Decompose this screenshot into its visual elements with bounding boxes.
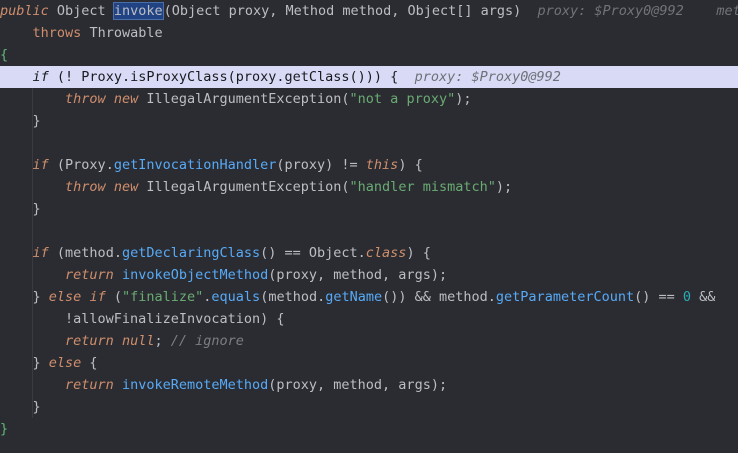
method-name-invoke[interactable]: invoke — [112, 2, 164, 20]
close-brace: } — [32, 399, 41, 415]
code-text: (Proxy. — [56, 157, 114, 173]
keyword-if: if — [32, 157, 49, 173]
keyword-public: public — [0, 3, 49, 19]
code-line-13[interactable]: return invokeObjectMethod(proxy, method,… — [0, 264, 738, 286]
method-call: equals — [211, 289, 261, 305]
string-literal: "handler mismatch" — [349, 179, 496, 195]
keyword-return: return — [65, 333, 114, 349]
code-line-7[interactable] — [0, 132, 738, 154]
constructor-call: IllegalArgumentException( — [146, 179, 350, 195]
code-text: !allowFinalizeInvocation) { — [65, 311, 285, 327]
keyword-this: this — [365, 157, 399, 173]
code-text: () == — [634, 289, 683, 305]
code-text: } — [32, 289, 49, 305]
method-call: invokeRemoteMethod — [121, 377, 269, 393]
code-line-16[interactable]: return null; // ignore — [0, 330, 738, 352]
number-literal: 0 — [682, 289, 692, 305]
method-call: getName — [325, 289, 383, 305]
statement-end: ); — [495, 179, 513, 195]
code-line-20[interactable]: } — [0, 418, 738, 440]
keyword-if: if — [32, 245, 49, 261]
code-line-3[interactable]: { — [0, 44, 738, 66]
code-line-12[interactable]: if (method.getDeclaringClass() == Object… — [0, 242, 738, 264]
constructor-call: IllegalArgumentException( — [146, 91, 350, 107]
keyword-else: else — [48, 289, 82, 305]
code-line-4-current[interactable]: if (! Proxy.isProxyClass(proxy.getClass(… — [0, 66, 738, 88]
code-text: { — [81, 355, 98, 371]
keyword-new: new — [113, 179, 139, 195]
code-text: ; — [154, 333, 163, 349]
close-brace: } — [32, 201, 41, 217]
if-condition: (! Proxy.isProxyClass(proxy.getClass()))… — [56, 69, 399, 85]
method-params: (Object proxy, Method method, Object[] a… — [163, 3, 522, 19]
code-line-6[interactable]: } — [0, 110, 738, 132]
code-line-2[interactable]: throws Throwable — [0, 22, 738, 44]
code-line-18[interactable]: return invokeRemoteMethod(proxy, method,… — [0, 374, 738, 396]
code-text: ) { — [406, 245, 431, 261]
keyword-class: class — [365, 245, 407, 261]
code-text: ()) && method. — [382, 289, 496, 305]
keyword-return: return — [65, 377, 114, 393]
keyword-if: if — [32, 69, 49, 85]
code-text: (method. — [260, 289, 326, 305]
code-comment: // ignore — [170, 333, 244, 349]
code-line-5[interactable]: throw new IllegalArgumentException("not … — [0, 88, 738, 110]
keyword-else: else — [48, 355, 82, 371]
open-brace: { — [0, 47, 9, 63]
inline-debug-hint: proxy: $Proxy0@992 meth — [537, 3, 738, 19]
code-line-17[interactable]: } else { — [0, 352, 738, 374]
code-line-11[interactable] — [0, 220, 738, 242]
code-line-9[interactable]: throw new IllegalArgumentException("hand… — [0, 176, 738, 198]
keyword-throws: throws — [32, 25, 82, 41]
code-line-1[interactable]: public Object invoke(Object proxy, Metho… — [0, 0, 738, 22]
code-text: && — [691, 289, 716, 305]
code-line-15[interactable]: !allowFinalizeInvocation) { — [0, 308, 738, 330]
type-object: Object — [56, 3, 106, 19]
code-text: ( — [113, 289, 122, 305]
keyword-new: new — [113, 91, 139, 107]
method-call: getDeclaringClass — [121, 245, 261, 261]
string-literal: "finalize" — [121, 289, 204, 305]
code-text: () == Object. — [260, 245, 366, 261]
method-call: getInvocationHandler — [113, 157, 277, 173]
code-line-8[interactable]: if (Proxy.getInvocationHandler(proxy) !=… — [0, 154, 738, 176]
code-text: } — [32, 355, 49, 371]
string-literal: "not a proxy" — [349, 91, 456, 107]
inline-debug-hint: proxy: $Proxy0@992 — [414, 69, 561, 85]
method-call: getParameterCount — [495, 289, 635, 305]
code-line-10[interactable]: } — [0, 198, 738, 220]
method-call: invokeObjectMethod — [121, 267, 269, 283]
close-brace: } — [0, 421, 9, 437]
code-text: (proxy) != — [276, 157, 366, 173]
keyword-null: null — [121, 333, 155, 349]
call-args: (proxy, method, args); — [268, 377, 448, 393]
code-editor[interactable]: public Object invoke(Object proxy, Metho… — [0, 0, 738, 453]
statement-end: ); — [455, 91, 472, 107]
code-text: (method. — [56, 245, 122, 261]
code-text: ) { — [398, 157, 423, 173]
call-args: (proxy, method, args); — [268, 267, 448, 283]
code-line-14[interactable]: } else if ("finalize".equals(method.getN… — [0, 286, 738, 308]
keyword-if: if — [89, 289, 106, 305]
keyword-throw: throw — [65, 91, 106, 107]
code-line-19[interactable]: } — [0, 396, 738, 418]
type-throwable: Throwable — [89, 25, 163, 41]
keyword-throw: throw — [65, 179, 106, 195]
keyword-return: return — [65, 267, 114, 283]
close-brace: } — [32, 113, 41, 129]
